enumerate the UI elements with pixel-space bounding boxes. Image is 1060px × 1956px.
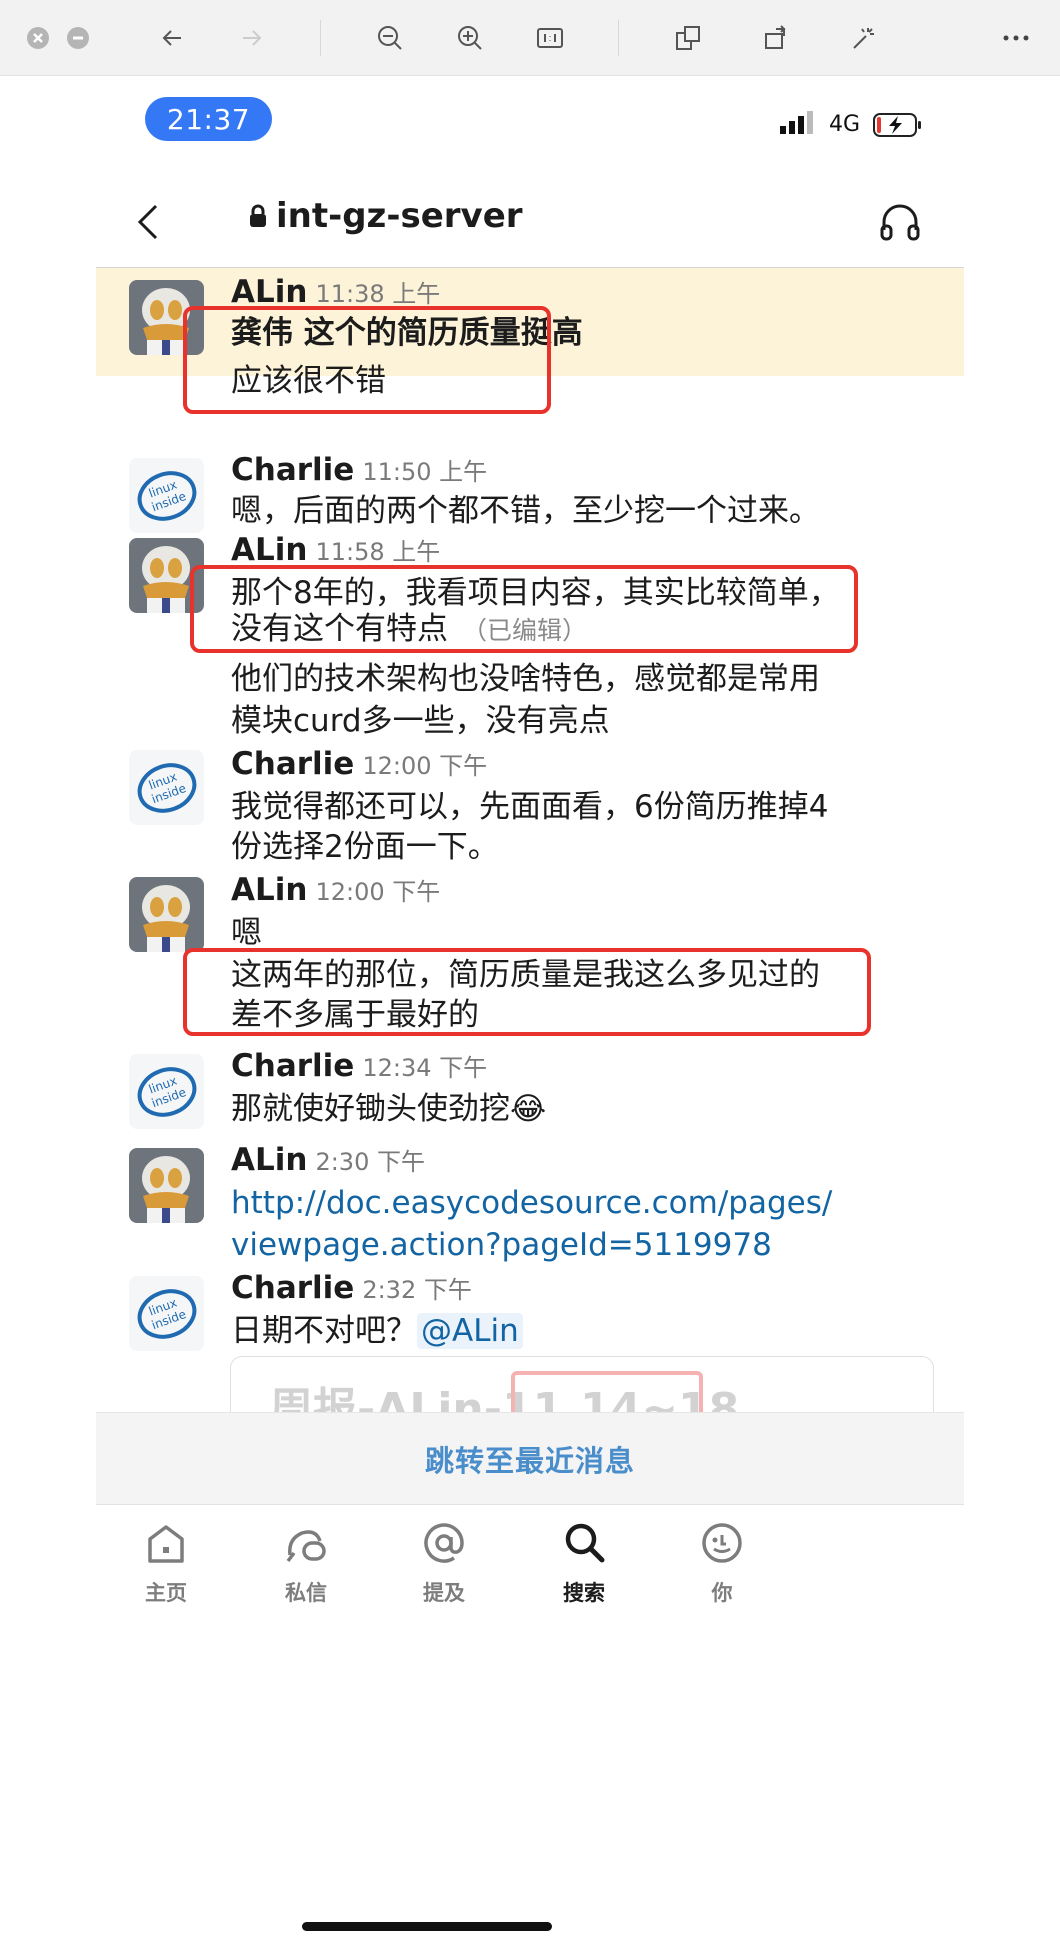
author-name[interactable]: ALin <box>231 274 307 310</box>
avatar-charlie[interactable]: linux inside <box>129 1054 204 1129</box>
message-text: 嗯，后面的两个都不错，至少挖一个过来。 <box>231 493 820 529</box>
home-icon <box>148 1525 184 1563</box>
arrow-left-icon[interactable] <box>152 18 192 58</box>
message-link[interactable]: viewpage.action?pageId=5119978 <box>231 1224 931 1266</box>
translate-icon[interactable] <box>668 18 708 58</box>
duck-avatar-icon <box>129 877 204 952</box>
stop-icon[interactable] <box>58 18 98 58</box>
avatar-charlie[interactable]: linux inside <box>129 750 204 825</box>
jump-to-recent-button[interactable]: 跳转至最近消息 <box>96 1412 964 1504</box>
magic-wand-icon[interactable] <box>844 18 884 58</box>
message-text: 我觉得都还可以，先面面看，6份简历推掉4 <box>231 789 829 825</box>
image-viewer-toolbar <box>0 0 1060 76</box>
message-text: 他们的技术架构也没啥特色，感觉都是常用 <box>231 661 820 697</box>
timestamp: 12:00 下午 <box>362 752 488 780</box>
linux-inside-avatar-icon: linux inside <box>129 1054 204 1129</box>
user-mention[interactable]: @ALin <box>417 1313 523 1349</box>
tab-label: 提及 <box>423 1581 465 1605</box>
timestamp: 12:00 下午 <box>315 878 441 906</box>
timestamp: 2:32 下午 <box>362 1276 472 1304</box>
search-icon <box>565 1523 605 1563</box>
message-header: ALin 11:58 上午 <box>231 532 440 568</box>
tab-label: 你 <box>711 1581 733 1605</box>
tab-you[interactable]: 你 <box>662 1515 782 1625</box>
author-name[interactable]: ALin <box>231 532 307 568</box>
avatar-alin[interactable] <box>129 877 204 952</box>
tab-search[interactable]: 搜索 <box>524 1515 644 1625</box>
message-header: Charlie 2:32 下午 <box>231 1270 472 1306</box>
red-annotation-box <box>190 565 858 653</box>
arrow-right-icon[interactable] <box>232 18 272 58</box>
at-icon <box>424 1523 464 1563</box>
back-chevron-icon[interactable] <box>128 202 168 242</box>
battery-charging-icon <box>873 113 921 137</box>
red-annotation-box <box>183 306 551 414</box>
timestamp: 12:34 下午 <box>362 1054 488 1082</box>
timestamp: 11:38 上午 <box>315 280 441 308</box>
zoom-out-icon[interactable] <box>370 18 410 58</box>
tab-label: 私信 <box>285 1581 327 1605</box>
message-text: 模块curd多一些，没有亮点 <box>231 703 610 739</box>
home-indicator[interactable] <box>302 1922 552 1931</box>
message-text: 那就使好锄头使劲挖😂 <box>231 1091 547 1127</box>
more-icon[interactable] <box>996 18 1036 58</box>
dm-icon <box>286 1530 326 1563</box>
author-name[interactable]: ALin <box>231 872 307 908</box>
message-header: Charlie 12:00 下午 <box>231 746 487 782</box>
author-name[interactable]: Charlie <box>231 746 354 782</box>
message-header: Charlie 12:34 下午 <box>231 1048 487 1084</box>
tab-label: 主页 <box>145 1581 187 1605</box>
timestamp: 11:50 上午 <box>362 458 488 486</box>
linux-inside-avatar-icon: linux inside <box>129 750 204 825</box>
avatar-charlie[interactable]: linux inside <box>129 1276 204 1351</box>
status-bar: 21:37 4G <box>96 76 964 176</box>
lock-icon <box>250 204 266 227</box>
timestamp: 2:30 下午 <box>315 1148 425 1176</box>
phone-screen: 21:37 4G int-gz-server ALin 11:38 上午 龚伟 … <box>96 76 964 1956</box>
avatar-charlie[interactable]: linux inside <box>129 458 204 533</box>
author-name[interactable]: Charlie <box>231 1270 354 1306</box>
message-header: Charlie 11:50 上午 <box>231 452 487 488</box>
message-text-line: 日期不对吧？ <box>231 1313 417 1349</box>
channel-title[interactable]: int-gz-server <box>248 196 523 236</box>
profile-icon <box>702 1523 742 1563</box>
channel-header: int-gz-server <box>96 176 964 268</box>
message-header: ALin 12:00 下午 <box>231 872 440 908</box>
bottom-tab-bar: 主页 私信 提及 搜索 你 <box>96 1504 964 1644</box>
headphones-icon[interactable] <box>878 200 922 244</box>
network-type: 4G <box>829 112 861 137</box>
red-annotation-box <box>183 948 871 1036</box>
rotate-icon[interactable] <box>756 18 796 58</box>
tab-mentions[interactable]: 提及 <box>384 1515 504 1625</box>
tab-home[interactable]: 主页 <box>106 1515 226 1625</box>
channel-name: int-gz-server <box>276 196 523 236</box>
message-text: 份选择2份面一下。 <box>231 829 499 865</box>
close-icon[interactable] <box>18 18 58 58</box>
linux-inside-avatar-icon: linux inside <box>129 1276 204 1351</box>
message-header: ALin 11:38 上午 <box>231 274 440 310</box>
duck-avatar-icon <box>129 1148 204 1223</box>
author-name[interactable]: ALin <box>231 1142 307 1178</box>
message-header: ALin 2:30 下午 <box>231 1142 425 1178</box>
timestamp: 11:58 上午 <box>315 538 441 566</box>
author-name[interactable]: Charlie <box>231 1048 354 1084</box>
message-text: 日期不对吧？ @ALin <box>231 1310 931 1352</box>
message-link[interactable]: http://doc.easycodesource.com/pages/ <box>231 1182 931 1224</box>
signal-icon <box>780 111 813 134</box>
author-name[interactable]: Charlie <box>231 452 354 488</box>
tab-dms[interactable]: 私信 <box>246 1515 366 1625</box>
tab-label: 搜索 <box>563 1581 605 1605</box>
linux-inside-avatar-icon: linux inside <box>129 458 204 533</box>
actual-size-icon[interactable] <box>530 18 570 58</box>
zoom-in-icon[interactable] <box>450 18 490 58</box>
clock: 21:37 <box>145 97 272 141</box>
avatar-alin[interactable] <box>129 1148 204 1223</box>
